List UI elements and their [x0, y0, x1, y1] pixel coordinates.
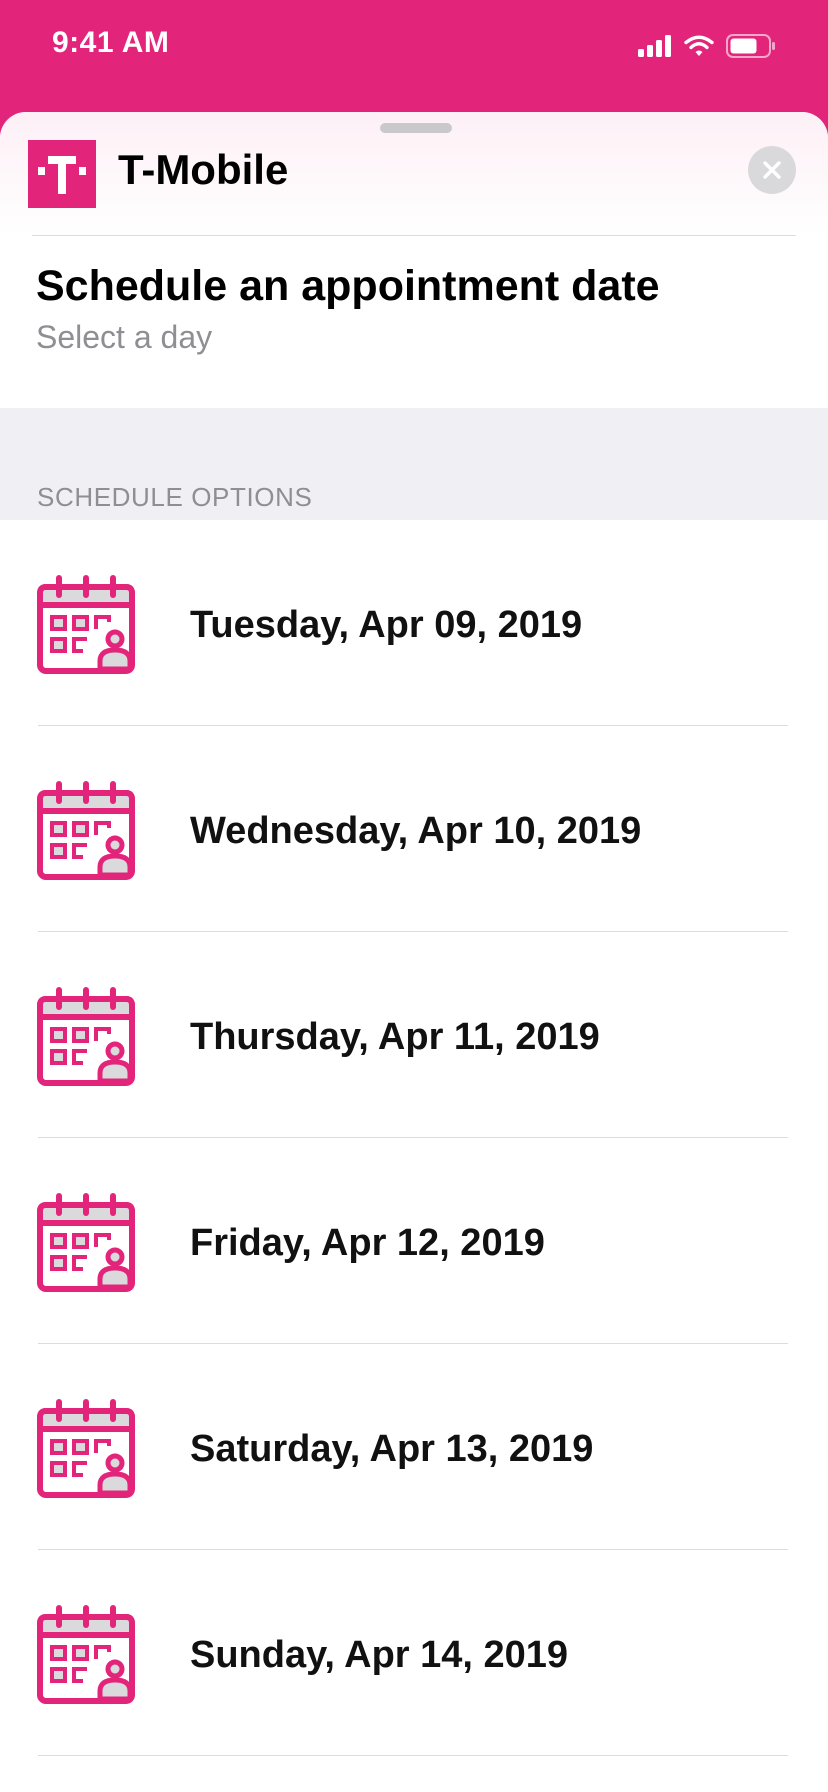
t-mobile-logo-icon: [28, 140, 96, 208]
appointment-sheet: T-Mobile Schedule an appointment date Se…: [0, 112, 828, 1792]
day-option-row[interactable]: Saturday, Apr 13, 2019: [0, 1344, 828, 1550]
header-divider: [32, 235, 796, 236]
close-icon: [763, 161, 781, 179]
status-time: 9:41 AM: [52, 26, 170, 59]
close-button[interactable]: [748, 146, 796, 194]
day-option-row[interactable]: Wednesday, Apr 10, 2019: [0, 726, 828, 932]
brand-name: T-Mobile: [118, 146, 289, 193]
day-option-row[interactable]: Thursday, Apr 11, 2019: [0, 932, 828, 1138]
page-subtitle: Select a day: [36, 319, 213, 355]
sheet-grabber[interactable]: [380, 123, 452, 133]
day-option-row[interactable]: Friday, Apr 12, 2019: [0, 1138, 828, 1344]
calendar-person-icon: [37, 1193, 135, 1292]
calendar-person-icon: [37, 1605, 135, 1704]
calendar-person-icon: [37, 1399, 135, 1498]
calendar-person-icon: [37, 781, 135, 880]
day-option-label: Thursday, Apr 11, 2019: [190, 1016, 600, 1058]
day-option-row[interactable]: Sunday, Apr 14, 2019: [0, 1550, 828, 1756]
calendar-person-icon: [37, 987, 135, 1086]
day-option-label: Friday, Apr 12, 2019: [190, 1222, 545, 1264]
page-title: Schedule an appointment date: [36, 262, 660, 310]
day-option-label: Saturday, Apr 13, 2019: [190, 1428, 594, 1470]
day-list: Tuesday, Apr 09, 2019 Wednesday, Apr 10,…: [0, 520, 828, 1756]
battery-icon: [726, 34, 775, 58]
day-option-label: Sunday, Apr 14, 2019: [190, 1634, 569, 1676]
day-option-row[interactable]: Tuesday, Apr 09, 2019: [0, 520, 828, 726]
day-option-label: Wednesday, Apr 10, 2019: [190, 810, 642, 852]
calendar-person-icon: [37, 575, 135, 674]
signal-icon: [638, 35, 671, 57]
status-bar: 9:41 AM: [0, 0, 828, 110]
day-option-label: Tuesday, Apr 09, 2019: [190, 604, 583, 646]
wifi-icon: [684, 35, 714, 56]
status-icons: [638, 34, 776, 58]
section-header: SCHEDULE OPTIONS: [37, 482, 313, 512]
